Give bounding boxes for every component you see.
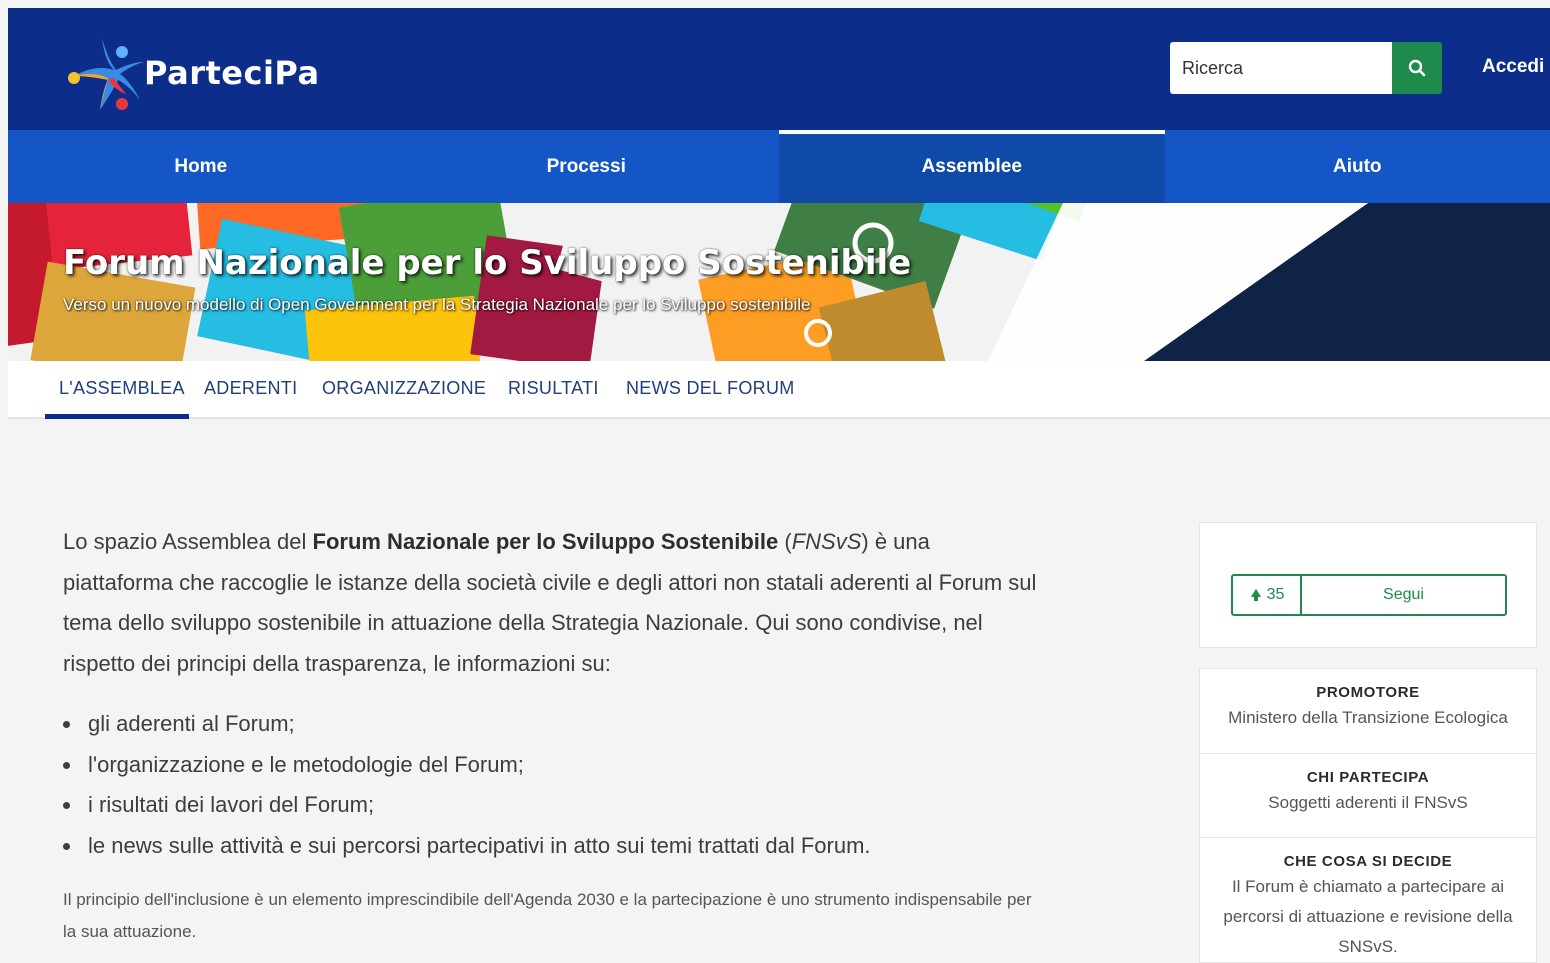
- forum-name: Forum Nazionale per lo Sviluppo Sostenib…: [312, 529, 779, 554]
- search-bar: [1170, 42, 1444, 94]
- list-item: i risultati dei lavori del Forum;: [63, 785, 1043, 826]
- assembly-subnav: L'ASSEMBLEA ADERENTI ORGANIZZAZIONE RISU…: [8, 361, 1550, 419]
- hero-subtitle: Verso un nuovo modello di Open Governmen…: [63, 295, 811, 314]
- info-heading: CHE COSA SI DECIDE: [1283, 853, 1453, 870]
- inclusion-note: Il principio dell'inclusione è un elemen…: [63, 890, 1032, 941]
- list-item: gli aderenti al Forum;: [63, 704, 1043, 745]
- site-header: ParteciPa Accedi: [8, 8, 1550, 130]
- assembly-description: Lo spazio Assemblea del Forum Nazionale …: [63, 522, 1043, 948]
- forum-acronym: FNSvS: [791, 529, 862, 554]
- search-input[interactable]: [1170, 42, 1392, 94]
- hero-title: Forum Nazionale per lo Sviluppo Sostenib…: [63, 243, 912, 283]
- nav-item-processi[interactable]: Processi: [394, 130, 780, 203]
- main-nav: Home Processi Assemblee Aiuto: [8, 130, 1550, 203]
- nav-item-home[interactable]: Home: [8, 130, 394, 203]
- info-section-chi-partecipa: CHI PARTECIPA Soggetti aderenti il FNSvS: [1200, 753, 1536, 837]
- info-section-che-cosa-si-decide: CHE COSA SI DECIDE Il Forum è chiamato a…: [1200, 837, 1536, 962]
- list-item: le news sulle attività e sui percorsi pa…: [63, 826, 1043, 867]
- intro-paragraph: Lo spazio Assemblea del Forum Nazionale …: [63, 522, 1043, 684]
- hero-banner: Forum Nazionale per lo Sviluppo Sostenib…: [8, 203, 1550, 361]
- followers-count-value: 35: [1266, 586, 1285, 603]
- info-list: gli aderenti al Forum; l'organizzazione …: [63, 704, 1043, 866]
- info-value: Soggetti aderenti il FNSvS: [1268, 793, 1468, 812]
- tab-risultati[interactable]: RISULTATI: [508, 378, 599, 399]
- partecipa-logo-icon: [68, 38, 144, 110]
- nav-item-aiuto[interactable]: Aiuto: [1165, 130, 1550, 203]
- search-button[interactable]: [1392, 42, 1442, 94]
- active-tab-indicator: [45, 414, 189, 419]
- tab-news-del-forum[interactable]: NEWS DEL FORUM: [626, 378, 795, 399]
- followers-count[interactable]: 35: [1233, 576, 1302, 614]
- tab-assemblea[interactable]: L'ASSEMBLEA: [59, 378, 185, 399]
- info-value: Ministero della Transizione Ecologica: [1228, 708, 1508, 727]
- assembly-info-card: PROMOTORE Ministero della Transizione Ec…: [1199, 668, 1537, 963]
- logo-text: ParteciPa: [144, 54, 320, 92]
- info-value: Il Forum è chiamato a partecipare ai per…: [1223, 877, 1513, 956]
- follow-button-group: 35 Segui: [1231, 574, 1507, 616]
- followers-icon: [1250, 589, 1261, 601]
- follow-button[interactable]: Segui: [1302, 576, 1505, 614]
- search-icon: [1408, 59, 1426, 77]
- follow-card: 35 Segui: [1199, 522, 1537, 648]
- tab-aderenti[interactable]: ADERENTI: [204, 378, 297, 399]
- info-heading: PROMOTORE: [1316, 684, 1420, 701]
- login-link[interactable]: Accedi: [1482, 56, 1544, 78]
- nav-item-assemblee[interactable]: Assemblee: [779, 130, 1165, 203]
- intro-paren: (: [778, 529, 792, 554]
- site-logo[interactable]: ParteciPa: [64, 28, 344, 118]
- intro-prefix: Lo spazio Assemblea del: [63, 529, 313, 554]
- info-heading: CHI PARTECIPA: [1306, 769, 1430, 786]
- info-section-promotore: PROMOTORE Ministero della Transizione Ec…: [1200, 669, 1536, 753]
- tab-organizzazione[interactable]: ORGANIZZAZIONE: [322, 378, 486, 399]
- list-item: l'organizzazione e le metodologie del Fo…: [63, 745, 1043, 786]
